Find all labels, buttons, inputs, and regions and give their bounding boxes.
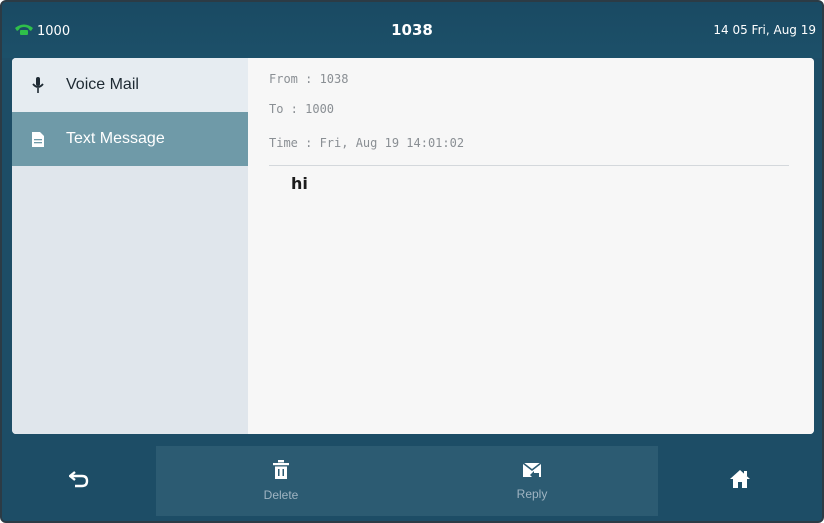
- message-from: From : 1038: [269, 72, 349, 86]
- message-body: hi: [291, 174, 308, 193]
- sidebar-item-voice-mail[interactable]: Voice Mail: [12, 58, 248, 112]
- message-detail: From : 1038 To : 1000 Time : Fri, Aug 19…: [248, 58, 814, 434]
- reply-label: Reply: [516, 487, 548, 501]
- divider: [269, 165, 789, 166]
- reply-button[interactable]: Reply: [406, 446, 658, 516]
- message-sidebar: Voice Mail Text Message: [12, 58, 248, 434]
- sidebar-item-label: Text Message: [66, 130, 165, 147]
- status-bar: 1000 1038 14 05 Fri, Aug 19: [2, 2, 822, 58]
- document-icon: [28, 129, 48, 149]
- phone-screen: 1000 1038 14 05 Fri, Aug 19 Voice Mail T…: [0, 0, 824, 523]
- back-arrow-icon: [68, 470, 89, 492]
- microphone-icon: [28, 75, 48, 95]
- envelope-reply-icon: [521, 461, 543, 483]
- home-icon: [729, 469, 751, 493]
- home-button[interactable]: [658, 446, 822, 516]
- delete-button[interactable]: Delete: [156, 446, 406, 516]
- status-title: 1038: [391, 21, 433, 39]
- delete-label: Delete: [263, 488, 299, 502]
- message-to: To : 1000: [269, 102, 335, 116]
- message-time: Time : Fri, Aug 19 14:01:02: [269, 136, 465, 150]
- softkey-bar: Delete Reply: [2, 438, 822, 521]
- back-button[interactable]: [2, 446, 156, 516]
- sidebar-item-label: Voice Mail: [66, 76, 139, 93]
- message-panel: Voice Mail Text Message From : 1038 To :…: [12, 58, 814, 434]
- status-datetime: 14 05 Fri, Aug 19: [713, 23, 816, 37]
- sidebar-item-text-message[interactable]: Text Message: [12, 112, 248, 166]
- trash-icon: [273, 460, 289, 484]
